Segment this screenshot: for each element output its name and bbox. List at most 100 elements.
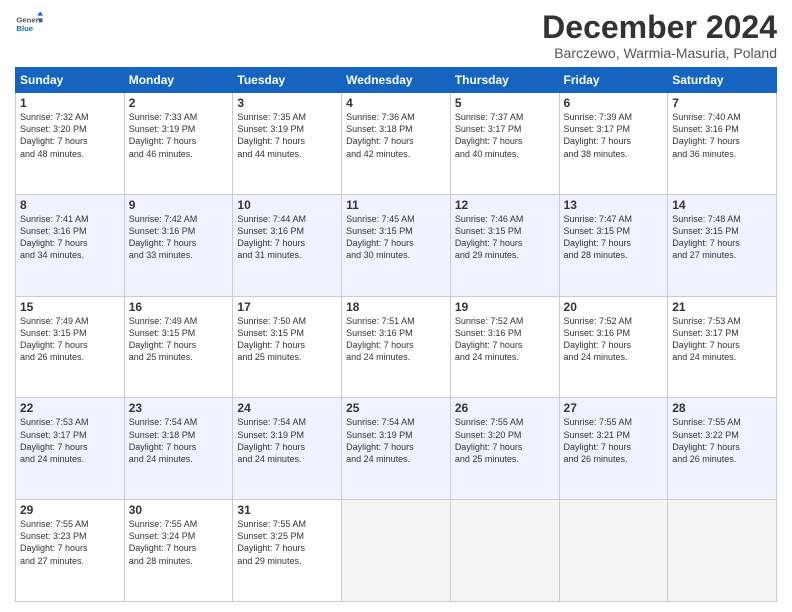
- day-info: Sunrise: 7:55 AMSunset: 3:22 PMDaylight:…: [672, 416, 772, 465]
- page: General Blue December 2024 Barczewo, War…: [0, 0, 792, 612]
- table-cell: 21Sunrise: 7:53 AMSunset: 3:17 PMDayligh…: [668, 296, 777, 398]
- table-cell: 26Sunrise: 7:55 AMSunset: 3:20 PMDayligh…: [450, 398, 559, 500]
- day-number: 7: [672, 96, 772, 110]
- day-info: Sunrise: 7:55 AMSunset: 3:25 PMDaylight:…: [237, 518, 337, 567]
- day-info: Sunrise: 7:32 AMSunset: 3:20 PMDaylight:…: [20, 111, 120, 160]
- day-info: Sunrise: 7:54 AMSunset: 3:19 PMDaylight:…: [346, 416, 446, 465]
- day-info: Sunrise: 7:53 AMSunset: 3:17 PMDaylight:…: [20, 416, 120, 465]
- day-number: 21: [672, 300, 772, 314]
- calendar-row-4: 22Sunrise: 7:53 AMSunset: 3:17 PMDayligh…: [16, 398, 777, 500]
- title-section: December 2024 Barczewo, Warmia-Masuria, …: [542, 10, 777, 61]
- day-number: 14: [672, 198, 772, 212]
- day-number: 1: [20, 96, 120, 110]
- table-cell: 17Sunrise: 7:50 AMSunset: 3:15 PMDayligh…: [233, 296, 342, 398]
- day-info: Sunrise: 7:55 AMSunset: 3:23 PMDaylight:…: [20, 518, 120, 567]
- logo: General Blue: [15, 10, 43, 38]
- table-cell: 2Sunrise: 7:33 AMSunset: 3:19 PMDaylight…: [124, 93, 233, 195]
- day-number: 13: [564, 198, 664, 212]
- weekday-header-row: Sunday Monday Tuesday Wednesday Thursday…: [16, 68, 777, 93]
- calendar-row-5: 29Sunrise: 7:55 AMSunset: 3:23 PMDayligh…: [16, 500, 777, 602]
- day-number: 27: [564, 401, 664, 415]
- table-cell: 5Sunrise: 7:37 AMSunset: 3:17 PMDaylight…: [450, 93, 559, 195]
- day-info: Sunrise: 7:54 AMSunset: 3:19 PMDaylight:…: [237, 416, 337, 465]
- day-info: Sunrise: 7:54 AMSunset: 3:18 PMDaylight:…: [129, 416, 229, 465]
- table-cell: 19Sunrise: 7:52 AMSunset: 3:16 PMDayligh…: [450, 296, 559, 398]
- header-tuesday: Tuesday: [233, 68, 342, 93]
- day-number: 30: [129, 503, 229, 517]
- day-info: Sunrise: 7:40 AMSunset: 3:16 PMDaylight:…: [672, 111, 772, 160]
- day-info: Sunrise: 7:55 AMSunset: 3:20 PMDaylight:…: [455, 416, 555, 465]
- day-info: Sunrise: 7:46 AMSunset: 3:15 PMDaylight:…: [455, 213, 555, 262]
- header-saturday: Saturday: [668, 68, 777, 93]
- day-number: 5: [455, 96, 555, 110]
- day-info: Sunrise: 7:49 AMSunset: 3:15 PMDaylight:…: [129, 315, 229, 364]
- day-info: Sunrise: 7:55 AMSunset: 3:21 PMDaylight:…: [564, 416, 664, 465]
- table-cell: 4Sunrise: 7:36 AMSunset: 3:18 PMDaylight…: [342, 93, 451, 195]
- day-number: 2: [129, 96, 229, 110]
- table-cell: 20Sunrise: 7:52 AMSunset: 3:16 PMDayligh…: [559, 296, 668, 398]
- day-number: 17: [237, 300, 337, 314]
- header-friday: Friday: [559, 68, 668, 93]
- table-cell: 28Sunrise: 7:55 AMSunset: 3:22 PMDayligh…: [668, 398, 777, 500]
- table-cell: 12Sunrise: 7:46 AMSunset: 3:15 PMDayligh…: [450, 194, 559, 296]
- day-info: Sunrise: 7:45 AMSunset: 3:15 PMDaylight:…: [346, 213, 446, 262]
- table-cell: [559, 500, 668, 602]
- table-cell: 29Sunrise: 7:55 AMSunset: 3:23 PMDayligh…: [16, 500, 125, 602]
- day-number: 8: [20, 198, 120, 212]
- day-number: 20: [564, 300, 664, 314]
- subtitle: Barczewo, Warmia-Masuria, Poland: [542, 45, 777, 61]
- day-info: Sunrise: 7:48 AMSunset: 3:15 PMDaylight:…: [672, 213, 772, 262]
- day-number: 11: [346, 198, 446, 212]
- main-title: December 2024: [542, 10, 777, 45]
- calendar-row-1: 1Sunrise: 7:32 AMSunset: 3:20 PMDaylight…: [16, 93, 777, 195]
- day-number: 6: [564, 96, 664, 110]
- day-number: 24: [237, 401, 337, 415]
- day-info: Sunrise: 7:36 AMSunset: 3:18 PMDaylight:…: [346, 111, 446, 160]
- day-number: 25: [346, 401, 446, 415]
- day-number: 12: [455, 198, 555, 212]
- table-cell: 7Sunrise: 7:40 AMSunset: 3:16 PMDaylight…: [668, 93, 777, 195]
- day-number: 4: [346, 96, 446, 110]
- table-cell: 22Sunrise: 7:53 AMSunset: 3:17 PMDayligh…: [16, 398, 125, 500]
- day-info: Sunrise: 7:51 AMSunset: 3:16 PMDaylight:…: [346, 315, 446, 364]
- day-number: 23: [129, 401, 229, 415]
- svg-text:Blue: Blue: [16, 24, 33, 33]
- table-cell: 1Sunrise: 7:32 AMSunset: 3:20 PMDaylight…: [16, 93, 125, 195]
- table-cell: 16Sunrise: 7:49 AMSunset: 3:15 PMDayligh…: [124, 296, 233, 398]
- table-cell: 24Sunrise: 7:54 AMSunset: 3:19 PMDayligh…: [233, 398, 342, 500]
- day-info: Sunrise: 7:52 AMSunset: 3:16 PMDaylight:…: [564, 315, 664, 364]
- day-info: Sunrise: 7:41 AMSunset: 3:16 PMDaylight:…: [20, 213, 120, 262]
- day-info: Sunrise: 7:44 AMSunset: 3:16 PMDaylight:…: [237, 213, 337, 262]
- table-cell: 9Sunrise: 7:42 AMSunset: 3:16 PMDaylight…: [124, 194, 233, 296]
- day-number: 19: [455, 300, 555, 314]
- table-cell: 30Sunrise: 7:55 AMSunset: 3:24 PMDayligh…: [124, 500, 233, 602]
- day-number: 31: [237, 503, 337, 517]
- day-info: Sunrise: 7:42 AMSunset: 3:16 PMDaylight:…: [129, 213, 229, 262]
- calendar-row-3: 15 Sunrise: 7:49 AMSunset: 3:15 PMDayligh…: [16, 296, 777, 398]
- table-cell: [668, 500, 777, 602]
- table-cell: 31Sunrise: 7:55 AMSunset: 3:25 PMDayligh…: [233, 500, 342, 602]
- table-cell: 14Sunrise: 7:48 AMSunset: 3:15 PMDayligh…: [668, 194, 777, 296]
- day-number: 9: [129, 198, 229, 212]
- header: General Blue December 2024 Barczewo, War…: [15, 10, 777, 61]
- table-cell: 3Sunrise: 7:35 AMSunset: 3:19 PMDaylight…: [233, 93, 342, 195]
- day-number: 15: [20, 300, 120, 314]
- table-cell: 11Sunrise: 7:45 AMSunset: 3:15 PMDayligh…: [342, 194, 451, 296]
- table-cell: 27Sunrise: 7:55 AMSunset: 3:21 PMDayligh…: [559, 398, 668, 500]
- header-monday: Monday: [124, 68, 233, 93]
- day-info: Sunrise: 7:52 AMSunset: 3:16 PMDaylight:…: [455, 315, 555, 364]
- day-number: 26: [455, 401, 555, 415]
- table-cell: 13Sunrise: 7:47 AMSunset: 3:15 PMDayligh…: [559, 194, 668, 296]
- table-cell: 23Sunrise: 7:54 AMSunset: 3:18 PMDayligh…: [124, 398, 233, 500]
- table-cell: 8Sunrise: 7:41 AMSunset: 3:16 PMDaylight…: [16, 194, 125, 296]
- header-thursday: Thursday: [450, 68, 559, 93]
- day-info: Sunrise: 7:35 AMSunset: 3:19 PMDaylight:…: [237, 111, 337, 160]
- day-number: 16: [129, 300, 229, 314]
- calendar: Sunday Monday Tuesday Wednesday Thursday…: [15, 67, 777, 602]
- day-number: 22: [20, 401, 120, 415]
- day-info: Sunrise: 7:50 AMSunset: 3:15 PMDaylight:…: [237, 315, 337, 364]
- day-info: Sunrise: 7:55 AMSunset: 3:24 PMDaylight:…: [129, 518, 229, 567]
- header-wednesday: Wednesday: [342, 68, 451, 93]
- calendar-row-2: 8Sunrise: 7:41 AMSunset: 3:16 PMDaylight…: [16, 194, 777, 296]
- day-number: 10: [237, 198, 337, 212]
